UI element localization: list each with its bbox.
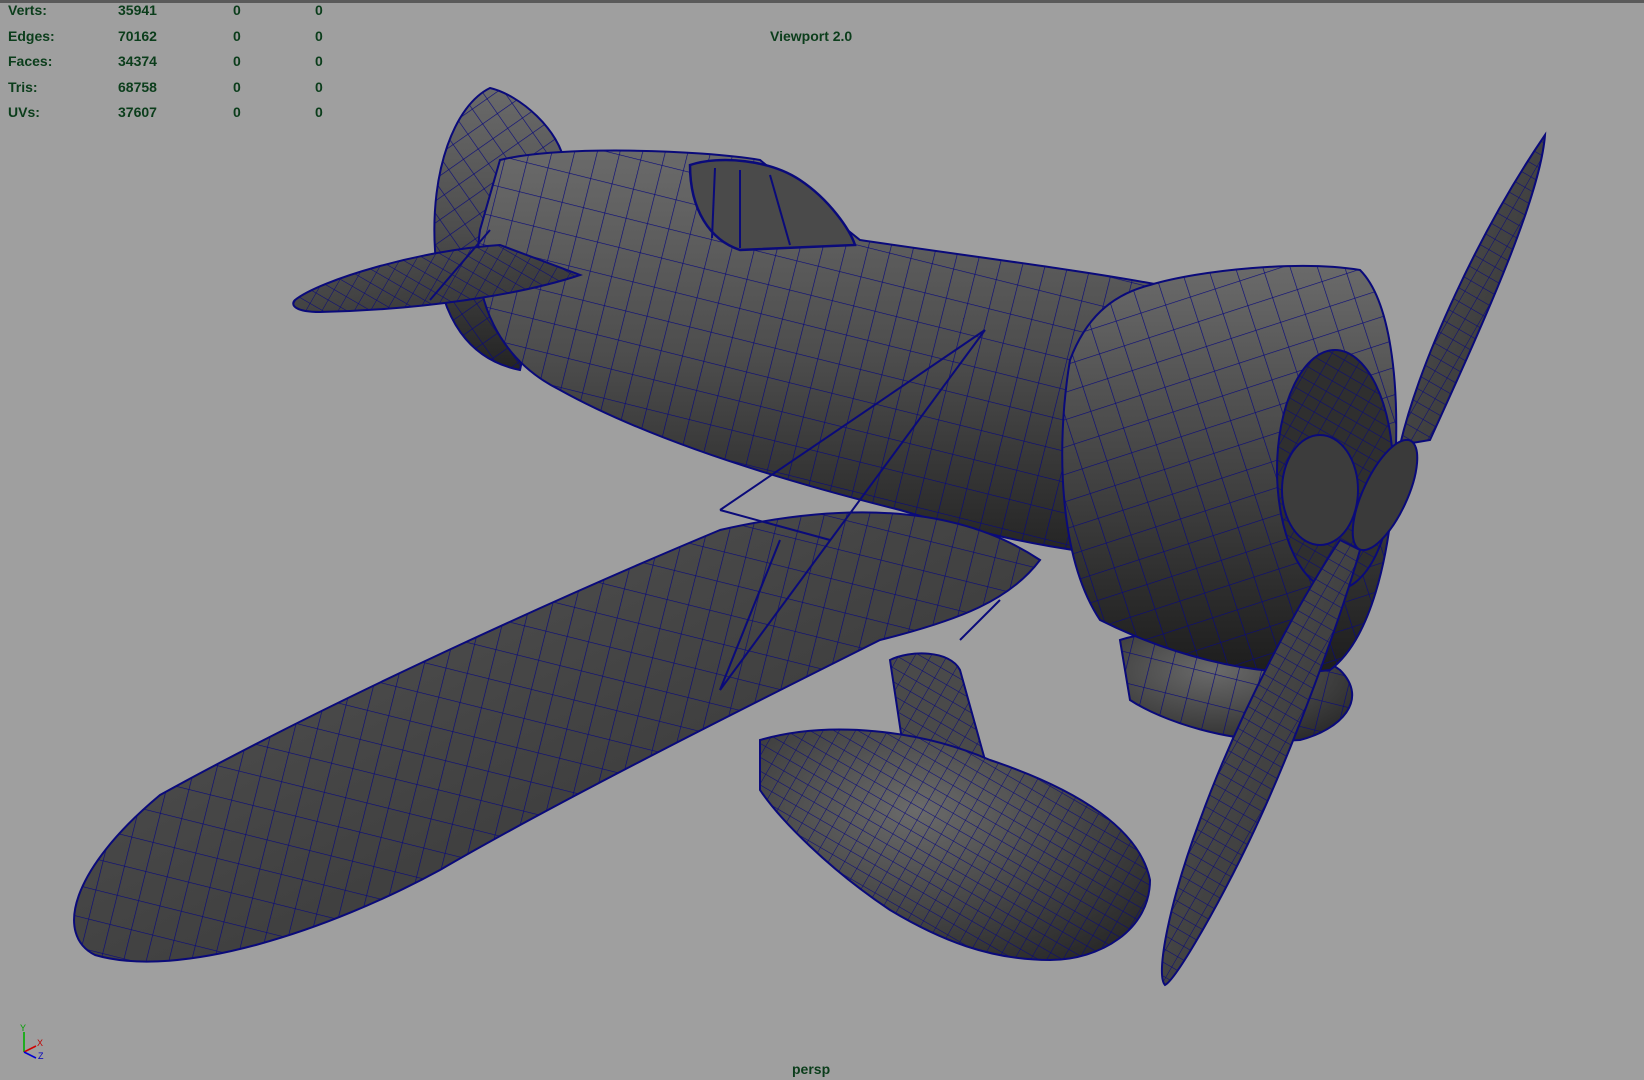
axis-gizmo-icon: Y X Z <box>20 1023 44 1061</box>
camera-name-label: persp <box>792 1061 831 1077</box>
hud-value-components: 0 <box>315 27 323 44</box>
hud-label: Faces: <box>8 53 53 70</box>
hud-value: 68758 <box>118 78 157 95</box>
engine-cowling[interactable] <box>1061 264 1398 673</box>
hud-value-selected: 0 <box>233 27 241 44</box>
hud-value: 34374 <box>118 53 157 70</box>
hud-value-components: 0 <box>315 104 323 121</box>
hud-value: 37607 <box>118 104 157 121</box>
hud-value-selected: 0 <box>233 104 241 121</box>
axis-z-label: Z <box>38 1051 44 1061</box>
hud-value-components: 0 <box>315 2 323 18</box>
hud-value-components: 0 <box>315 53 323 70</box>
hud-value-selected: 0 <box>233 2 241 18</box>
renderer-label: Viewport 2.0 <box>770 28 853 44</box>
axis-y-label: Y <box>20 1023 26 1033</box>
axis-x-label: X <box>37 1038 43 1048</box>
hud-label: Verts: <box>8 2 47 18</box>
hud-label: Edges: <box>8 27 55 44</box>
hud-label: UVs: <box>8 104 40 121</box>
hud-value-selected: 0 <box>233 78 241 95</box>
hud-value-components: 0 <box>315 78 323 95</box>
hud-value: 35941 <box>118 2 157 18</box>
hud-value: 70162 <box>118 27 157 44</box>
airplane-model[interactable] <box>0 0 1644 1080</box>
hud-label: Tris: <box>8 78 38 95</box>
maya-perspective-viewport[interactable]: Verts: 35941 0 0 Edges: 70162 0 0 Faces:… <box>0 0 1644 1080</box>
front-float[interactable] <box>759 728 1152 962</box>
hud-value-selected: 0 <box>233 53 241 70</box>
